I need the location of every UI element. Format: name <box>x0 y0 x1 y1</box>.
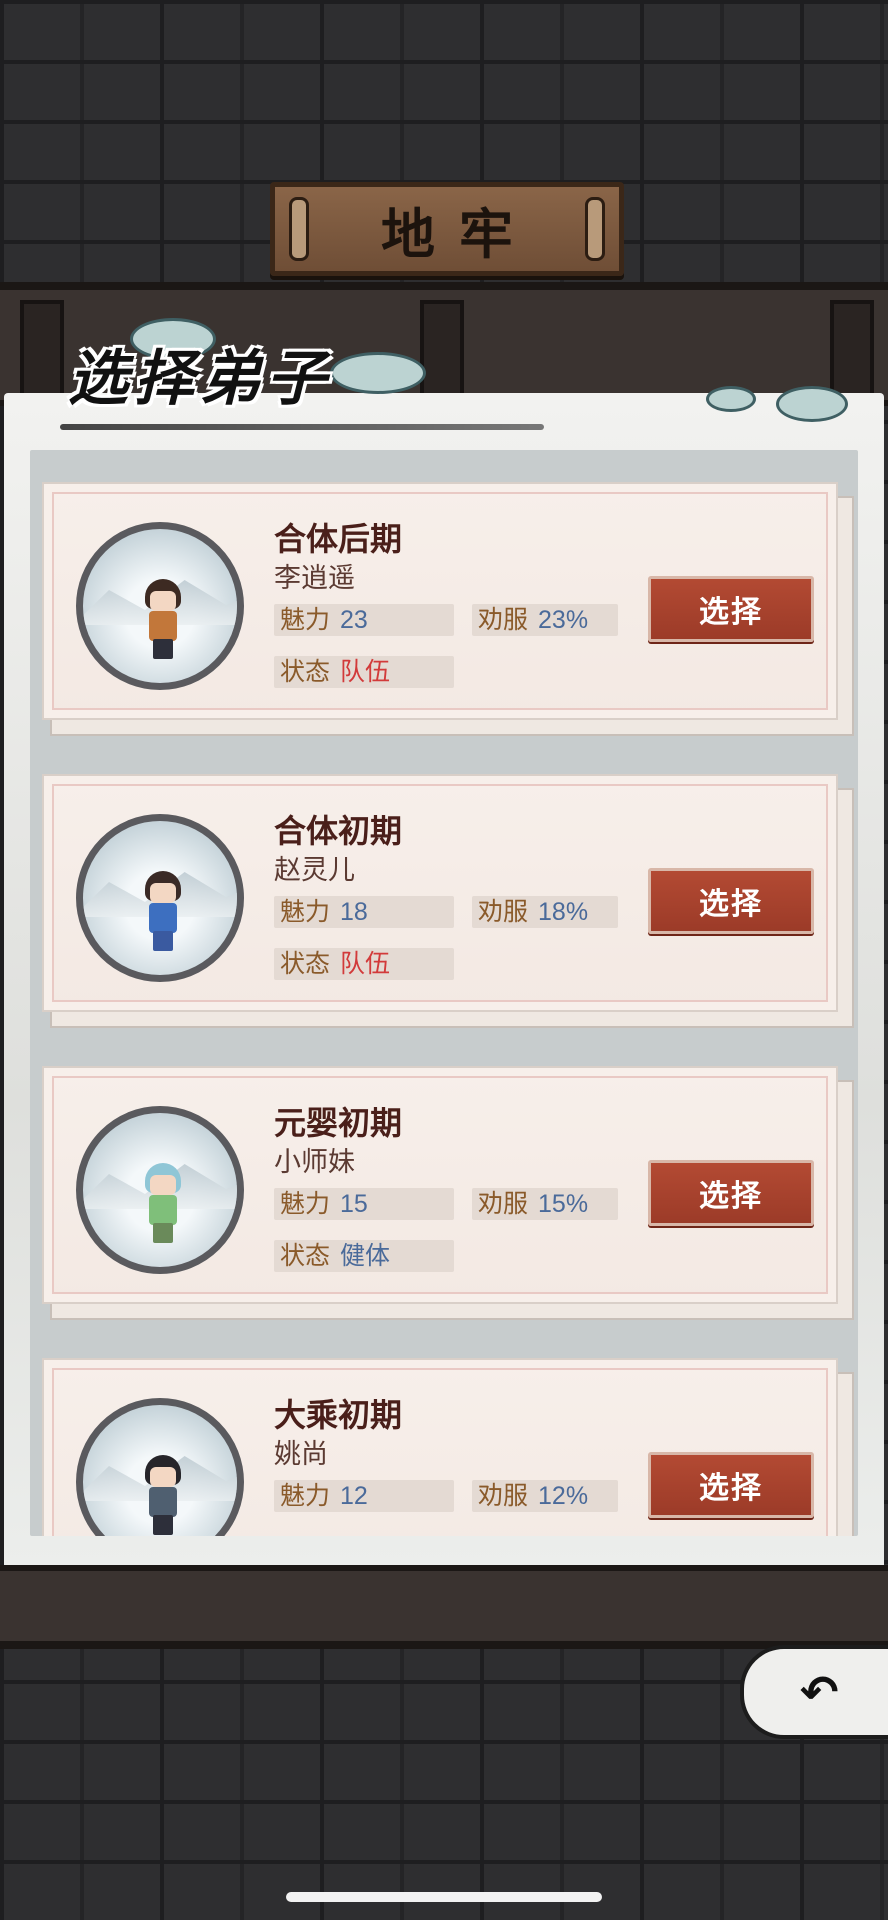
select-button[interactable]: 选择 <box>648 1452 814 1518</box>
character-sprite <box>141 1163 185 1249</box>
cultivation-realm: 合体初期 <box>274 813 403 849</box>
character-sprite <box>141 871 185 957</box>
status-stat: 状态 队伍 <box>274 948 454 980</box>
persuade-stat: 劝服 12% <box>472 1480 618 1512</box>
disciple-portrait <box>76 1398 244 1536</box>
status-stat: 状态 队伍 <box>274 656 454 688</box>
disciple-card: 合体初期 赵灵儿 魅力 18 劝服 18% 状态 队伍 选择 <box>42 774 854 1028</box>
location-title: 地牢 <box>381 201 537 266</box>
disciple-card: 元婴初期 小师妹 魅力 15 劝服 15% 状态 健体 选择 <box>42 1066 854 1320</box>
disciple-name: 李逍遥 <box>274 563 355 593</box>
select-button[interactable]: 选择 <box>648 576 814 642</box>
disciple-list[interactable]: 合体后期 李逍遥 魅力 23 劝服 23% 状态 队伍 选择 合体初期 赵灵儿 魅力 1… <box>30 450 858 1536</box>
disciple-name: 姚尚 <box>274 1439 328 1469</box>
charm-stat: 魅力 23 <box>274 604 454 636</box>
character-sprite <box>141 579 185 665</box>
select-button[interactable]: 选择 <box>648 1160 814 1226</box>
disciple-name: 小师妹 <box>274 1147 355 1177</box>
back-button[interactable]: ↶ <box>740 1645 888 1739</box>
charm-stat: 魅力 12 <box>274 1480 454 1512</box>
select-button[interactable]: 选择 <box>648 868 814 934</box>
cloud-icon <box>330 352 426 394</box>
disciple-name: 赵灵儿 <box>274 855 355 885</box>
cultivation-realm: 大乘初期 <box>274 1397 403 1433</box>
back-arrow-icon: ↶ <box>800 1666 839 1718</box>
persuade-stat: 劝服 15% <box>472 1188 618 1220</box>
status-stat: 状态 健体 <box>274 1240 454 1272</box>
cultivation-realm: 元婴初期 <box>274 1105 403 1141</box>
persuade-stat: 劝服 18% <box>472 896 618 928</box>
home-indicator[interactable] <box>286 1892 602 1902</box>
bottom-beam <box>0 1565 888 1649</box>
title-underline <box>60 424 544 430</box>
cloud-icon <box>706 386 756 412</box>
plaque-scroll-right <box>585 197 605 261</box>
disciple-portrait <box>76 1106 244 1274</box>
disciple-card: 合体后期 李逍遥 魅力 23 劝服 23% 状态 队伍 选择 <box>42 482 854 736</box>
charm-stat: 魅力 15 <box>274 1188 454 1220</box>
panel-title: 选择弟子 <box>68 344 332 414</box>
persuade-stat: 劝服 23% <box>472 604 618 636</box>
location-plaque: 地牢 <box>270 182 624 276</box>
charm-stat: 魅力 18 <box>274 896 454 928</box>
cultivation-realm: 合体后期 <box>274 521 403 557</box>
disciple-card: 大乘初期 姚尚 魅力 12 劝服 12% 选择 <box>42 1358 854 1536</box>
disciple-portrait <box>76 522 244 690</box>
disciple-portrait <box>76 814 244 982</box>
character-sprite <box>141 1455 185 1536</box>
plaque-scroll-left <box>289 197 309 261</box>
cloud-icon <box>776 386 848 422</box>
